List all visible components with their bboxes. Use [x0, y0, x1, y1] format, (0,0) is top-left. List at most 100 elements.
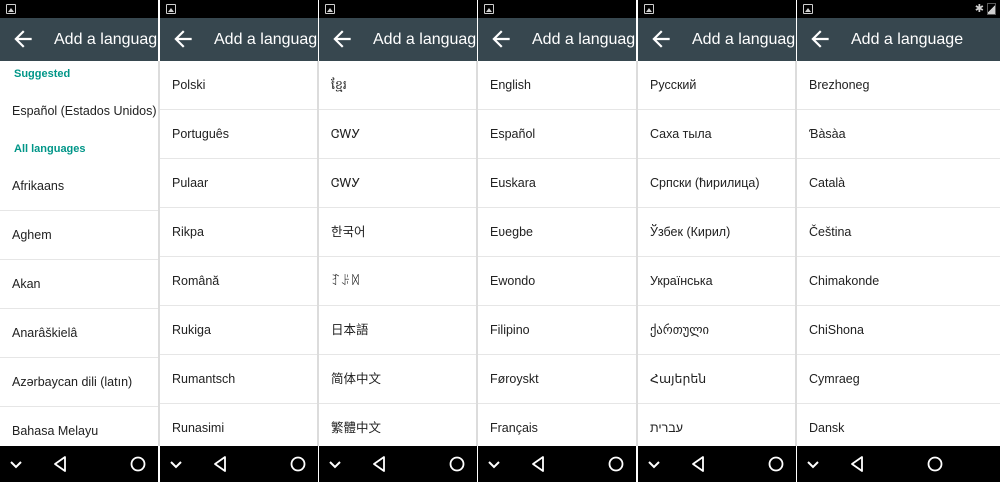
- circle-home-icon[interactable]: [925, 454, 945, 474]
- app-toolbar: Add a language: [797, 18, 1000, 61]
- app-toolbar: Add a language: [478, 18, 636, 61]
- navigation-bar: [638, 446, 796, 482]
- language-item[interactable]: Runasimi: [160, 404, 318, 446]
- language-item[interactable]: 한국어: [319, 208, 477, 257]
- language-item[interactable]: Rumantsch: [160, 355, 318, 404]
- arrow-left-icon[interactable]: [170, 26, 196, 52]
- language-item[interactable]: Ɓàsàa: [797, 110, 1000, 159]
- language-item[interactable]: Rikpa: [160, 208, 318, 257]
- phone-screen: Add a language English Español Euskara Eʋegb…: [478, 0, 636, 482]
- language-item[interactable]: ខ្មែរ: [319, 61, 477, 110]
- status-bar: [160, 0, 318, 18]
- language-item[interactable]: Bahasa Melayu: [0, 407, 158, 446]
- language-item[interactable]: Čeština: [797, 208, 1000, 257]
- language-item[interactable]: 日本語: [319, 306, 477, 355]
- image-notification-icon: [6, 4, 16, 14]
- page-title: Add a language: [373, 31, 477, 48]
- page-title: Add a language: [851, 31, 964, 48]
- language-list: ខ្មែរ ᏣᎳᎩ ᏣᎳᎩ 한국어 ꆈꌠꉙ 日本語 简体中文 繁體中文: [319, 61, 477, 446]
- circle-home-icon[interactable]: [606, 454, 626, 474]
- language-item[interactable]: Русский: [638, 61, 796, 110]
- arrow-left-icon[interactable]: [329, 26, 355, 52]
- language-item[interactable]: Français: [478, 404, 636, 446]
- triangle-back-icon[interactable]: [528, 454, 548, 474]
- status-bar: [478, 0, 636, 18]
- app-toolbar: Add a language: [638, 18, 796, 61]
- language-list: Русский Саха тыла Српски (ћирилица) Ўзбек (…: [638, 61, 796, 446]
- language-item[interactable]: Akan: [0, 260, 158, 309]
- circle-home-icon[interactable]: [128, 454, 148, 474]
- navigation-bar: [797, 446, 1000, 482]
- panel-divider: [158, 61, 160, 446]
- language-item[interactable]: Anarâškielâ: [0, 309, 158, 358]
- section-header: Suggested: [14, 68, 71, 80]
- chevron-down-icon[interactable]: [6, 454, 26, 474]
- status-bar: [319, 0, 477, 18]
- language-item[interactable]: Eʋegbe: [478, 208, 636, 257]
- image-notification-icon: [803, 4, 813, 14]
- language-item[interactable]: ქართული: [638, 306, 796, 355]
- language-item[interactable]: Català: [797, 159, 1000, 208]
- image-notification-icon: [325, 4, 335, 14]
- language-item[interactable]: Српски (ћирилица): [638, 159, 796, 208]
- triangle-back-icon[interactable]: [210, 454, 230, 474]
- language-item[interactable]: 简体中文: [319, 355, 477, 404]
- language-item[interactable]: ꆈꌠꉙ: [319, 257, 477, 306]
- chevron-down-icon[interactable]: [166, 454, 186, 474]
- language-item[interactable]: Aghem: [0, 211, 158, 260]
- triangle-back-icon[interactable]: [50, 454, 70, 474]
- arrow-left-icon[interactable]: [488, 26, 514, 52]
- language-item[interactable]: 繁體中文: [319, 404, 477, 446]
- language-item[interactable]: ᏣᎳᎩ: [319, 110, 477, 159]
- language-item[interactable]: Filipino: [478, 306, 636, 355]
- language-item[interactable]: Polski: [160, 61, 318, 110]
- chevron-down-icon[interactable]: [484, 454, 504, 474]
- language-item[interactable]: Саха тыла: [638, 110, 796, 159]
- arrow-left-icon[interactable]: [648, 26, 674, 52]
- language-item[interactable]: Español (Estados Unidos): [0, 87, 158, 136]
- language-item[interactable]: Español: [478, 110, 636, 159]
- circle-home-icon[interactable]: [288, 454, 308, 474]
- circle-home-icon[interactable]: [447, 454, 467, 474]
- image-notification-icon: [166, 4, 176, 14]
- bluetooth-icon: ✱: [974, 3, 984, 15]
- language-item[interactable]: Rukiga: [160, 306, 318, 355]
- phone-screen: ✱ Add a language Brezhoneg Ɓàsàa Català Češti…: [797, 0, 1000, 482]
- language-item[interactable]: Українська: [638, 257, 796, 306]
- phone-screen: Add a language ខ្មែរ ᏣᎳᎩ ᏣᎳᎩ 한국어 ꆈꌠꉙ 日本語 简体中文 繁體…: [319, 0, 477, 482]
- language-item[interactable]: ChiShona: [797, 306, 1000, 355]
- chevron-down-icon[interactable]: [803, 454, 823, 474]
- chevron-down-icon[interactable]: [325, 454, 345, 474]
- arrow-left-icon[interactable]: [807, 26, 833, 52]
- language-item[interactable]: Dansk: [797, 404, 1000, 446]
- language-item[interactable]: Cymraeg: [797, 355, 1000, 404]
- arrow-left-icon[interactable]: [10, 26, 36, 52]
- circle-home-icon[interactable]: [766, 454, 786, 474]
- language-item[interactable]: Brezhoneg: [797, 61, 1000, 110]
- language-item[interactable]: עברית: [638, 404, 796, 446]
- triangle-back-icon[interactable]: [847, 454, 867, 474]
- language-item[interactable]: Føroyskt: [478, 355, 636, 404]
- triangle-back-icon[interactable]: [369, 454, 389, 474]
- page-title: Add a language: [532, 31, 636, 48]
- language-item[interactable]: Ўзбек (Кирил): [638, 208, 796, 257]
- triangle-back-icon[interactable]: [688, 454, 708, 474]
- language-item[interactable]: Chimakonde: [797, 257, 1000, 306]
- app-toolbar: Add a language: [0, 18, 158, 61]
- language-item[interactable]: Română: [160, 257, 318, 306]
- language-list: Polski Português Pulaar Rikpa Română Rukiga Ru…: [160, 61, 318, 446]
- language-item[interactable]: Azərbaycan dili (latın): [0, 358, 158, 407]
- language-item[interactable]: Ewondo: [478, 257, 636, 306]
- app-toolbar: Add a language: [160, 18, 318, 61]
- language-item[interactable]: English: [478, 61, 636, 110]
- language-item[interactable]: Pulaar: [160, 159, 318, 208]
- language-item[interactable]: Euskara: [478, 159, 636, 208]
- language-item[interactable]: ᏣᎳᎩ: [319, 159, 477, 208]
- phone-screen: Add a language Русский Саха тыла Српски (ћи…: [638, 0, 796, 482]
- language-item[interactable]: Afrikaans: [0, 162, 158, 211]
- chevron-down-icon[interactable]: [644, 454, 664, 474]
- language-item[interactable]: Português: [160, 110, 318, 159]
- language-item[interactable]: Հայերեն: [638, 355, 796, 404]
- phone-screen: Add a language Suggested Español (Estados …: [0, 0, 158, 482]
- panel-divider: [795, 61, 797, 446]
